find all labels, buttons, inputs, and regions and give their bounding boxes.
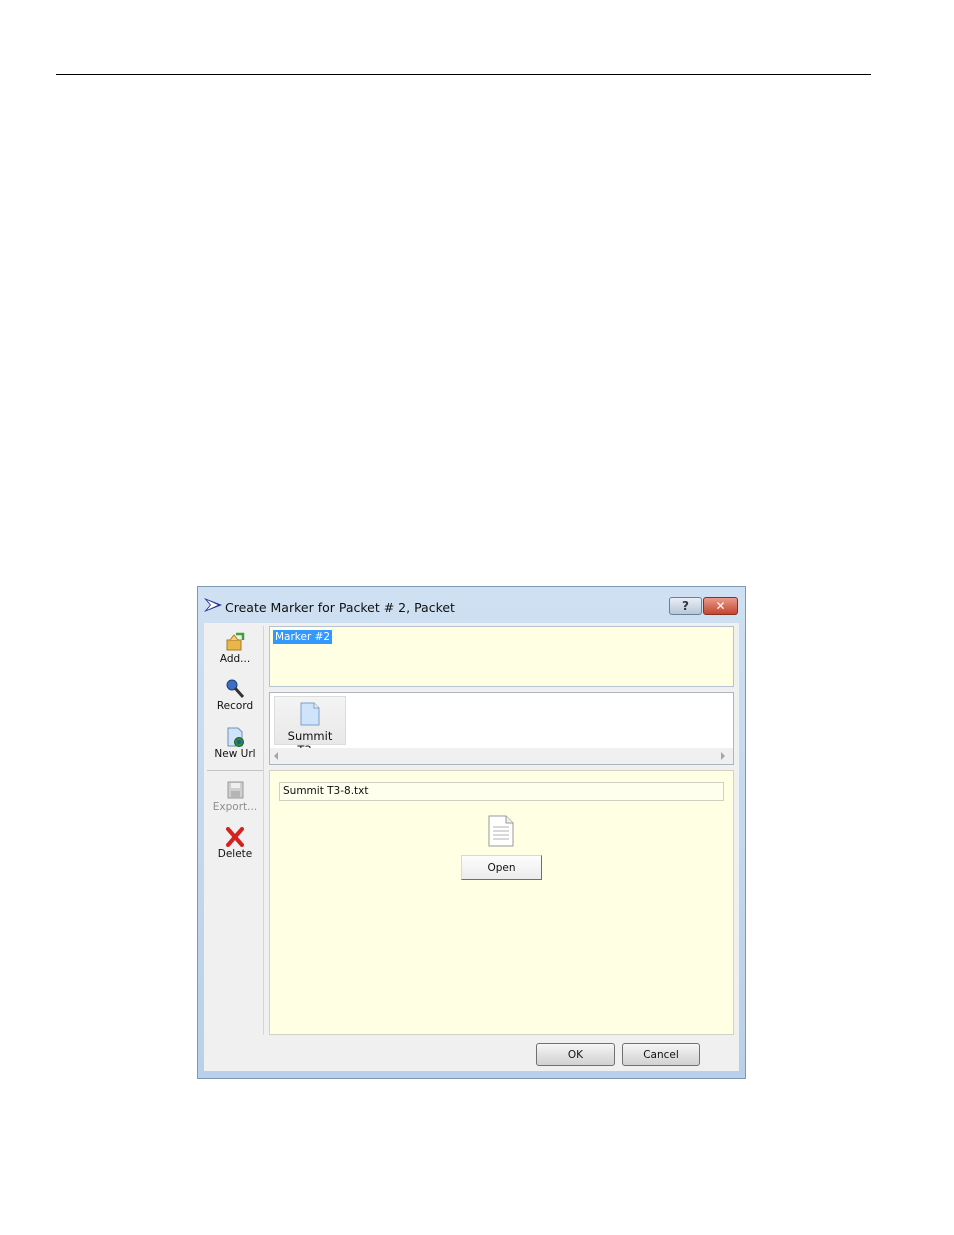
new-url-label: New Url (214, 748, 256, 760)
create-marker-dialog: Create Marker for Packet # 2, Packet ? ✕… (197, 586, 746, 1079)
attachment-item[interactable]: Summit T3... (274, 696, 346, 757)
marker-name-field[interactable]: Marker #2 (269, 626, 734, 687)
dialog-client: Add... Record New Url Export... Delete M… (204, 623, 739, 1071)
horizontal-scrollbar[interactable] (270, 748, 733, 764)
side-toolbar: Add... Record New Url Export... Delete (207, 626, 264, 1035)
close-button[interactable]: ✕ (703, 597, 738, 615)
add-icon (226, 632, 245, 651)
add-button[interactable]: Add... (207, 632, 263, 665)
scroll-left-icon[interactable] (274, 752, 278, 760)
attachments-list[interactable]: Summit T3... (269, 692, 734, 765)
record-button[interactable]: Record (207, 679, 263, 712)
ok-button[interactable]: OK (536, 1043, 615, 1066)
cancel-button[interactable]: Cancel (622, 1043, 700, 1066)
marker-name-selected-text: Marker #2 (273, 630, 333, 644)
page-rule (56, 74, 871, 75)
title-bar[interactable]: Create Marker for Packet # 2, Packet ? ✕ (198, 587, 745, 623)
dialog-title: Create Marker for Packet # 2, Packet (225, 600, 455, 615)
attachment-detail-panel: Summit T3-8.txt Open (269, 770, 734, 1035)
help-button[interactable]: ? (669, 597, 702, 615)
filename-field[interactable]: Summit T3-8.txt (279, 782, 724, 801)
save-disk-icon (227, 781, 244, 799)
add-label: Add... (219, 653, 251, 665)
delete-x-icon (226, 827, 244, 847)
open-button[interactable]: Open (461, 855, 542, 880)
delete-label: Delete (217, 848, 253, 860)
scroll-right-icon[interactable] (721, 752, 725, 760)
delete-button[interactable]: Delete (207, 827, 263, 860)
export-label: Export... (212, 801, 258, 813)
new-url-button[interactable]: New Url (207, 727, 263, 760)
document-icon (300, 702, 320, 726)
toolbar-separator (207, 770, 263, 771)
app-logo-icon (204, 598, 222, 612)
text-document-icon (488, 815, 514, 847)
export-button[interactable]: Export... (207, 780, 263, 813)
microphone-icon (226, 679, 245, 698)
new-url-icon (227, 727, 244, 747)
record-label: Record (216, 700, 254, 712)
